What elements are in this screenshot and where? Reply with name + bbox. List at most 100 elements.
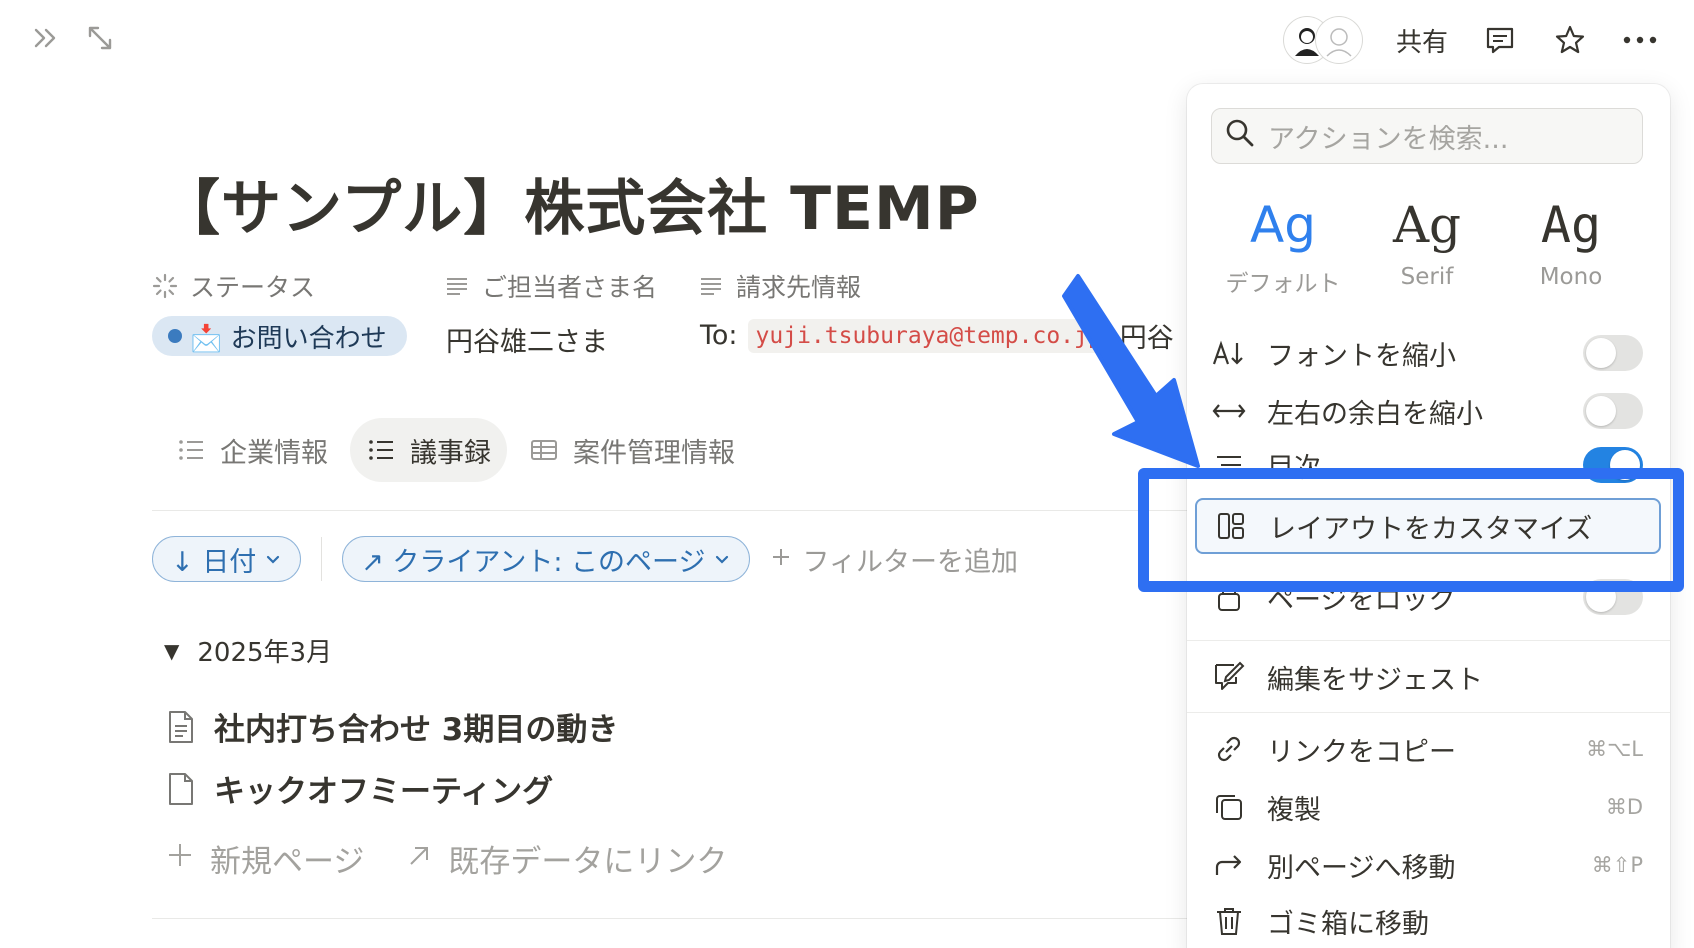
property-label: ステータス	[190, 273, 316, 302]
menu-separator	[1187, 712, 1670, 713]
tab-company-info[interactable]: 企業情報	[160, 418, 344, 482]
text-lines-icon	[698, 273, 724, 299]
font-serif-option[interactable]: Ag Serif	[1357, 194, 1497, 298]
font-default-option[interactable]: Ag デフォルト	[1213, 194, 1353, 298]
group-label: 2025年3月	[197, 638, 333, 668]
client-filter-pill[interactable]: ↗ クライアント: このページ	[342, 536, 751, 582]
status-badge[interactable]: 📩 お問い合わせ	[152, 316, 407, 356]
list-icon	[366, 435, 396, 465]
document-icon	[164, 708, 198, 746]
tab-project-info[interactable]: 案件管理情報	[513, 418, 751, 482]
plus-icon	[770, 544, 792, 575]
list-item[interactable]: キックオフミーティング	[164, 766, 553, 811]
status-dot-icon	[168, 329, 182, 343]
small-text-toggle[interactable]	[1583, 335, 1643, 371]
new-row-actions: 新規ページ 既存データにリンク	[166, 836, 727, 881]
avatar-group[interactable]	[1283, 17, 1362, 63]
menu-item-suggest-edits[interactable]: 編集をサジェスト	[1211, 652, 1643, 702]
menu-item-small-text[interactable]: フォントを縮小	[1211, 328, 1643, 378]
filter-separator	[321, 537, 323, 581]
sort-date-pill[interactable]: ↓ 日付	[152, 536, 302, 582]
menu-item-full-width[interactable]: 左右の余白を縮小	[1211, 386, 1643, 436]
property-contact-label[interactable]: ご担当者さま名	[444, 268, 657, 304]
font-options: Ag デフォルト Ag Serif Ag Mono	[1211, 194, 1643, 298]
menu-item-trash[interactable]: ゴミ箱に移動	[1211, 896, 1643, 946]
bottom-divider	[152, 918, 1194, 919]
link-icon	[1211, 731, 1247, 767]
client-filter-label: ↗ クライアント: このページ	[361, 546, 706, 578]
link-existing-label: 既存データにリンク	[448, 844, 728, 880]
list-icon	[176, 435, 206, 465]
font-size-down-icon	[1211, 335, 1247, 371]
link-existing-button[interactable]: 既存データにリンク	[406, 836, 727, 881]
topbar-right: 共有	[1283, 14, 1658, 66]
shortcut: ⌘⇧P	[1591, 853, 1643, 877]
share-button[interactable]: 共有	[1396, 22, 1448, 59]
status-value: 📩 お問い合わせ	[190, 323, 387, 354]
group-header[interactable]: ▼ 2025年3月	[164, 632, 332, 669]
menu-item-label: 別ページへ移動	[1267, 852, 1456, 884]
menu-separator	[1187, 640, 1670, 641]
document-icon	[164, 770, 198, 808]
menu-item-label: リンクをコピー	[1267, 736, 1456, 768]
filter-bar: ↓ 日付 ↗ クライアント: このページ フィルターを追加	[152, 536, 1018, 582]
tab-label: 議事録	[410, 437, 491, 469]
comment-icon[interactable]	[1482, 22, 1518, 58]
trash-icon	[1211, 903, 1247, 939]
callout-arrow-icon	[1062, 274, 1200, 468]
contact-value[interactable]: 円谷雄二さま	[446, 320, 608, 359]
expand-arrows-icon[interactable]	[84, 22, 116, 54]
star-icon[interactable]	[1552, 22, 1588, 58]
menu-item-move-to[interactable]: 別ページへ移動 ⌘⇧P	[1211, 840, 1643, 890]
menu-item-label: 左右の余白を縮小	[1267, 398, 1483, 430]
font-name: Mono	[1539, 264, 1603, 290]
menu-item-label: ゴミ箱に移動	[1267, 908, 1429, 940]
duplicate-icon	[1211, 789, 1247, 825]
status-spinner-icon	[152, 273, 178, 299]
move-arrow-icon	[1211, 847, 1247, 883]
menu-item-label: 編集をサジェスト	[1267, 664, 1483, 696]
property-label: ご担当者さま名	[482, 273, 658, 302]
search-placeholder: アクションを検索...	[1268, 123, 1509, 155]
avatar	[1315, 17, 1362, 63]
shortcut: ⌘D	[1605, 795, 1643, 819]
double-chevron-right-icon[interactable]	[30, 22, 62, 54]
new-page-button[interactable]: 新規ページ	[166, 836, 364, 881]
action-search-input[interactable]: アクションを検索...	[1211, 108, 1643, 164]
triangle-down-icon[interactable]: ▼	[164, 639, 179, 663]
page-title[interactable]: 【サンプル】株式会社 TEMP	[160, 160, 980, 247]
view-tabs: 企業情報 議事録 案件管理情報	[160, 418, 751, 482]
menu-item-label: 複製	[1267, 794, 1321, 826]
font-name: Serif	[1400, 264, 1454, 290]
table-icon	[529, 435, 559, 465]
list-item[interactable]: 社内打ち合わせ 3期目の動き	[164, 704, 618, 749]
billing-prefix: To:	[700, 320, 738, 351]
property-label: 請求先情報	[736, 273, 862, 302]
chevron-down-icon	[713, 544, 731, 575]
chevron-down-icon	[264, 544, 282, 575]
property-status-label[interactable]: ステータス	[152, 268, 315, 304]
highlight-frame	[1138, 468, 1684, 592]
tab-minutes[interactable]: 議事録	[350, 418, 507, 482]
more-dots-icon[interactable]	[1622, 22, 1658, 58]
arrow-up-right-icon	[406, 841, 432, 877]
full-width-toggle[interactable]	[1583, 393, 1643, 429]
tab-label: 案件管理情報	[573, 437, 735, 469]
add-filter-button[interactable]: フィルターを追加	[770, 540, 1018, 579]
billing-email: yuji.tsuburaya@temp.co.jp	[747, 318, 1110, 353]
menu-item-copy-link[interactable]: リンクをコピー ⌘⌥L	[1211, 724, 1643, 774]
add-filter-label: フィルターを追加	[802, 546, 1018, 578]
shortcut: ⌘⌥L	[1586, 737, 1643, 761]
sort-label: ↓ 日付	[171, 546, 257, 578]
property-billing-label[interactable]: 請求先情報	[698, 268, 861, 304]
search-icon	[1224, 117, 1256, 156]
font-mono-option[interactable]: Ag Mono	[1501, 194, 1641, 298]
font-sample: Ag	[1392, 196, 1462, 254]
font-sample: Ag	[1250, 196, 1316, 254]
suggest-edit-icon	[1211, 659, 1247, 695]
topbar-left	[30, 22, 116, 54]
menu-item-label: フォントを縮小	[1267, 340, 1456, 372]
list-item-title: 社内打ち合わせ 3期目の動き	[214, 712, 619, 748]
menu-item-duplicate[interactable]: 複製 ⌘D	[1211, 782, 1643, 832]
font-sample: Ag	[1540, 196, 1602, 254]
